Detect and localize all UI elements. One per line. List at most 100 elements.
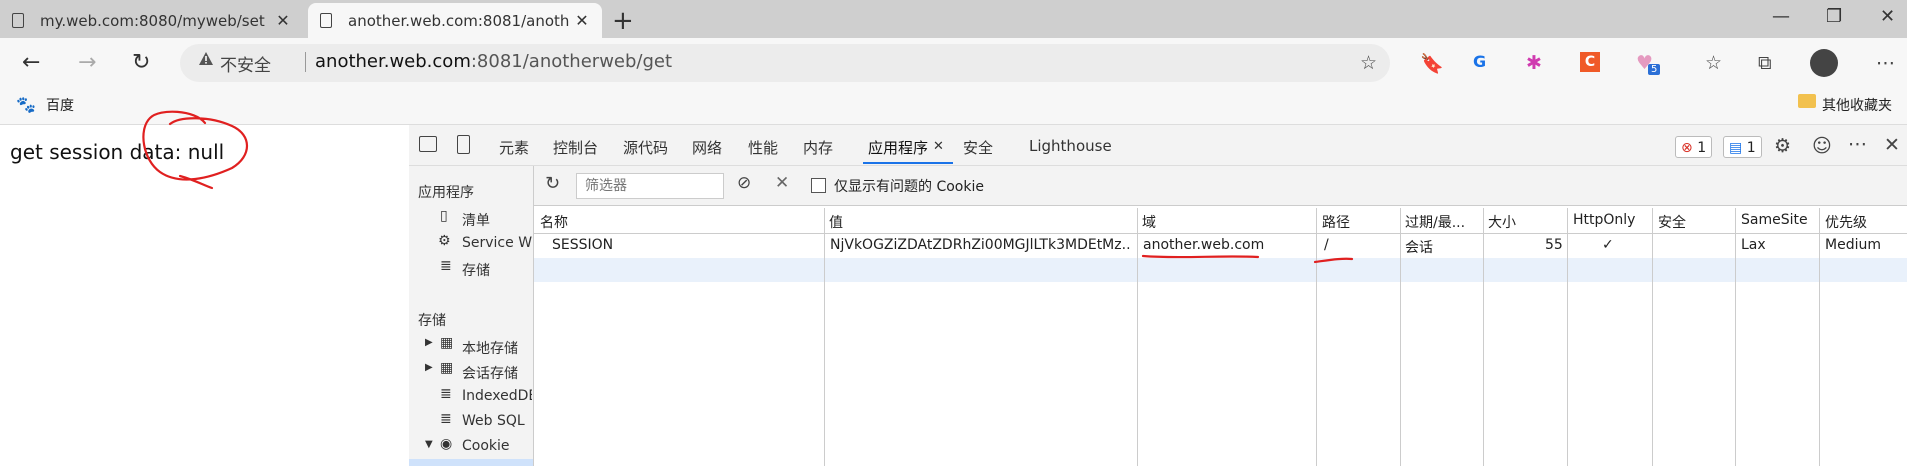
database-icon: ≣ (440, 386, 452, 402)
file-icon: ▯ (440, 208, 448, 224)
delete-selected-icon[interactable]: ✕ (775, 173, 789, 193)
tab-title: another.web.com:8081/anotherw (348, 11, 570, 30)
message-count-badge[interactable]: ▤ 1 (1723, 136, 1762, 158)
cell-path: / (1324, 237, 1329, 253)
close-tab-icon[interactable]: ✕ (933, 139, 944, 154)
forward-button[interactable]: → (78, 50, 96, 75)
devtools-tab-sources[interactable]: 源代码 (623, 137, 668, 158)
error-count-badge[interactable]: ⊗ 1 (1675, 136, 1713, 158)
close-tab-icon[interactable]: ✕ (570, 11, 594, 30)
browser-tab-1[interactable]: my.web.com:8080/myweb/set ✕ (0, 3, 303, 38)
restore-button[interactable]: ❐ (1826, 6, 1842, 27)
sidebar-item-cookie[interactable]: Cookie (462, 438, 510, 454)
settings-gear-icon[interactable]: ⚙ (1774, 135, 1791, 157)
reload-button[interactable]: ↻ (132, 50, 150, 75)
extension-c-icon[interactable]: C (1580, 52, 1600, 72)
sidebar-item-local-storage[interactable]: 本地存储 (462, 338, 518, 358)
sidebar-item-storage[interactable]: 存储 (462, 260, 490, 280)
column-header-httponly[interactable]: HttpOnly (1573, 212, 1635, 228)
column-header-expires[interactable]: 过期/最... (1405, 212, 1465, 232)
refresh-icon[interactable]: ↻ (545, 173, 560, 194)
devtools-tab-performance[interactable]: 性能 (748, 137, 778, 158)
url-host: another.web.com (315, 51, 471, 72)
devtools-tab-memory[interactable]: 内存 (803, 137, 833, 158)
new-tab-button[interactable]: + (612, 6, 634, 36)
translate-icon[interactable]: G (1473, 52, 1486, 71)
feedback-icon[interactable]: ☺ (1812, 135, 1832, 157)
back-button[interactable]: ← (22, 50, 40, 75)
annotation-circle-tail (178, 174, 214, 190)
extension-badge: 5 (1648, 64, 1661, 75)
favorites-bar (0, 88, 1907, 125)
collapse-arrow-icon[interactable]: ▼ (425, 439, 433, 450)
profile-avatar[interactable] (1810, 49, 1838, 77)
expand-arrow-icon[interactable]: ▶ (425, 362, 433, 373)
page-body-text: get session data: null (10, 140, 225, 164)
warning-icon[interactable] (198, 51, 214, 67)
database-icon: ≣ (440, 258, 452, 274)
insecure-label[interactable]: 不安全 (220, 51, 271, 76)
menu-icon[interactable]: ⋯ (1876, 52, 1895, 74)
close-window-button[interactable]: ✕ (1880, 6, 1895, 27)
more-options-icon[interactable]: ⋯ (1848, 133, 1867, 155)
favorite-baidu[interactable]: 百度 (46, 95, 74, 115)
minimize-button[interactable]: — (1772, 6, 1790, 27)
cell-domain: another.web.com (1143, 237, 1265, 253)
only-issues-label[interactable]: 仅显示有问题的 Cookie (834, 176, 984, 196)
message-count: 1 (1746, 140, 1756, 156)
devtools-tab-lighthouse[interactable]: Lighthouse (1029, 137, 1112, 155)
other-favorites[interactable]: 其他收藏夹 (1822, 95, 1892, 115)
baidu-icon[interactable]: 🐾 (16, 95, 36, 114)
url-path: :8081/anotherweb/get (470, 51, 673, 72)
devtools-tab-security[interactable]: 安全 (963, 137, 993, 158)
table-row-empty[interactable] (534, 258, 1907, 282)
cell-expires: 会话 (1405, 240, 1433, 256)
column-header-size[interactable]: 大小 (1488, 212, 1516, 232)
device-toolbar-icon[interactable] (457, 135, 470, 154)
extension-star-icon[interactable]: ✱ (1526, 52, 1542, 74)
filter-input[interactable] (576, 173, 724, 199)
clear-all-icon[interactable]: ⊘ (737, 173, 751, 193)
close-devtools-icon[interactable]: ✕ (1884, 134, 1900, 156)
column-header-path[interactable]: 路径 (1322, 212, 1350, 232)
sidebar-item-manifest[interactable]: 清单 (462, 210, 490, 230)
sidebar-header-storage: 存储 (418, 313, 446, 329)
column-header-name[interactable]: 名称 (540, 212, 568, 232)
url-text[interactable]: another.web.com:8081/anotherweb/get (315, 51, 672, 72)
inspect-element-icon[interactable] (419, 136, 437, 152)
document-icon (320, 13, 332, 28)
url-separator (305, 52, 306, 72)
document-icon (12, 13, 24, 28)
message-icon: ▤ (1729, 140, 1743, 156)
column-header-priority[interactable]: 优先级 (1825, 212, 1867, 232)
expand-arrow-icon[interactable]: ▶ (425, 337, 433, 348)
sidebar-item-web-sql[interactable]: Web SQL (462, 413, 525, 429)
cell-samesite: Lax (1741, 237, 1766, 253)
sidebar-item-session-storage[interactable]: 会话存储 (462, 363, 518, 383)
cell-priority: Medium (1825, 237, 1881, 253)
devtools-tab-application[interactable]: 应用程序 (868, 137, 928, 158)
column-header-samesite[interactable]: SameSite (1741, 212, 1808, 228)
devtools-tab-network[interactable]: 网络 (692, 137, 722, 158)
only-issues-checkbox[interactable] (811, 178, 826, 193)
devtools-tab-console[interactable]: 控制台 (553, 137, 598, 158)
error-count: 1 (1697, 140, 1707, 156)
cell-httponly: ✓ (1602, 237, 1614, 253)
sidebar-item-indexeddb[interactable]: IndexedDB (462, 388, 532, 404)
close-tab-icon[interactable]: ✕ (271, 11, 295, 30)
bookmark-icon[interactable]: 🔖 (1420, 52, 1444, 75)
sidebar-item-service-workers[interactable]: Service Wo (462, 235, 532, 251)
column-header-secure[interactable]: 安全 (1658, 212, 1686, 232)
add-favorite-icon[interactable]: ☆ (1360, 52, 1377, 74)
column-header-value[interactable]: 值 (829, 212, 843, 232)
browser-tab-2[interactable]: another.web.com:8081/anotherw ✕ (308, 3, 602, 38)
collections-icon[interactable]: ⧉ (1758, 52, 1772, 74)
selected-sidebar-item[interactable] (409, 459, 533, 466)
error-icon: ⊗ (1681, 140, 1693, 156)
favorites-icon[interactable]: ☆ (1705, 52, 1722, 74)
column-header-domain[interactable]: 域 (1142, 212, 1156, 232)
sidebar-header-application: 应用程序 (418, 185, 474, 201)
grid-icon: ▦ (440, 335, 454, 351)
tab-title: my.web.com:8080/myweb/set (40, 11, 265, 30)
devtools-tab-elements[interactable]: 元素 (499, 137, 529, 158)
